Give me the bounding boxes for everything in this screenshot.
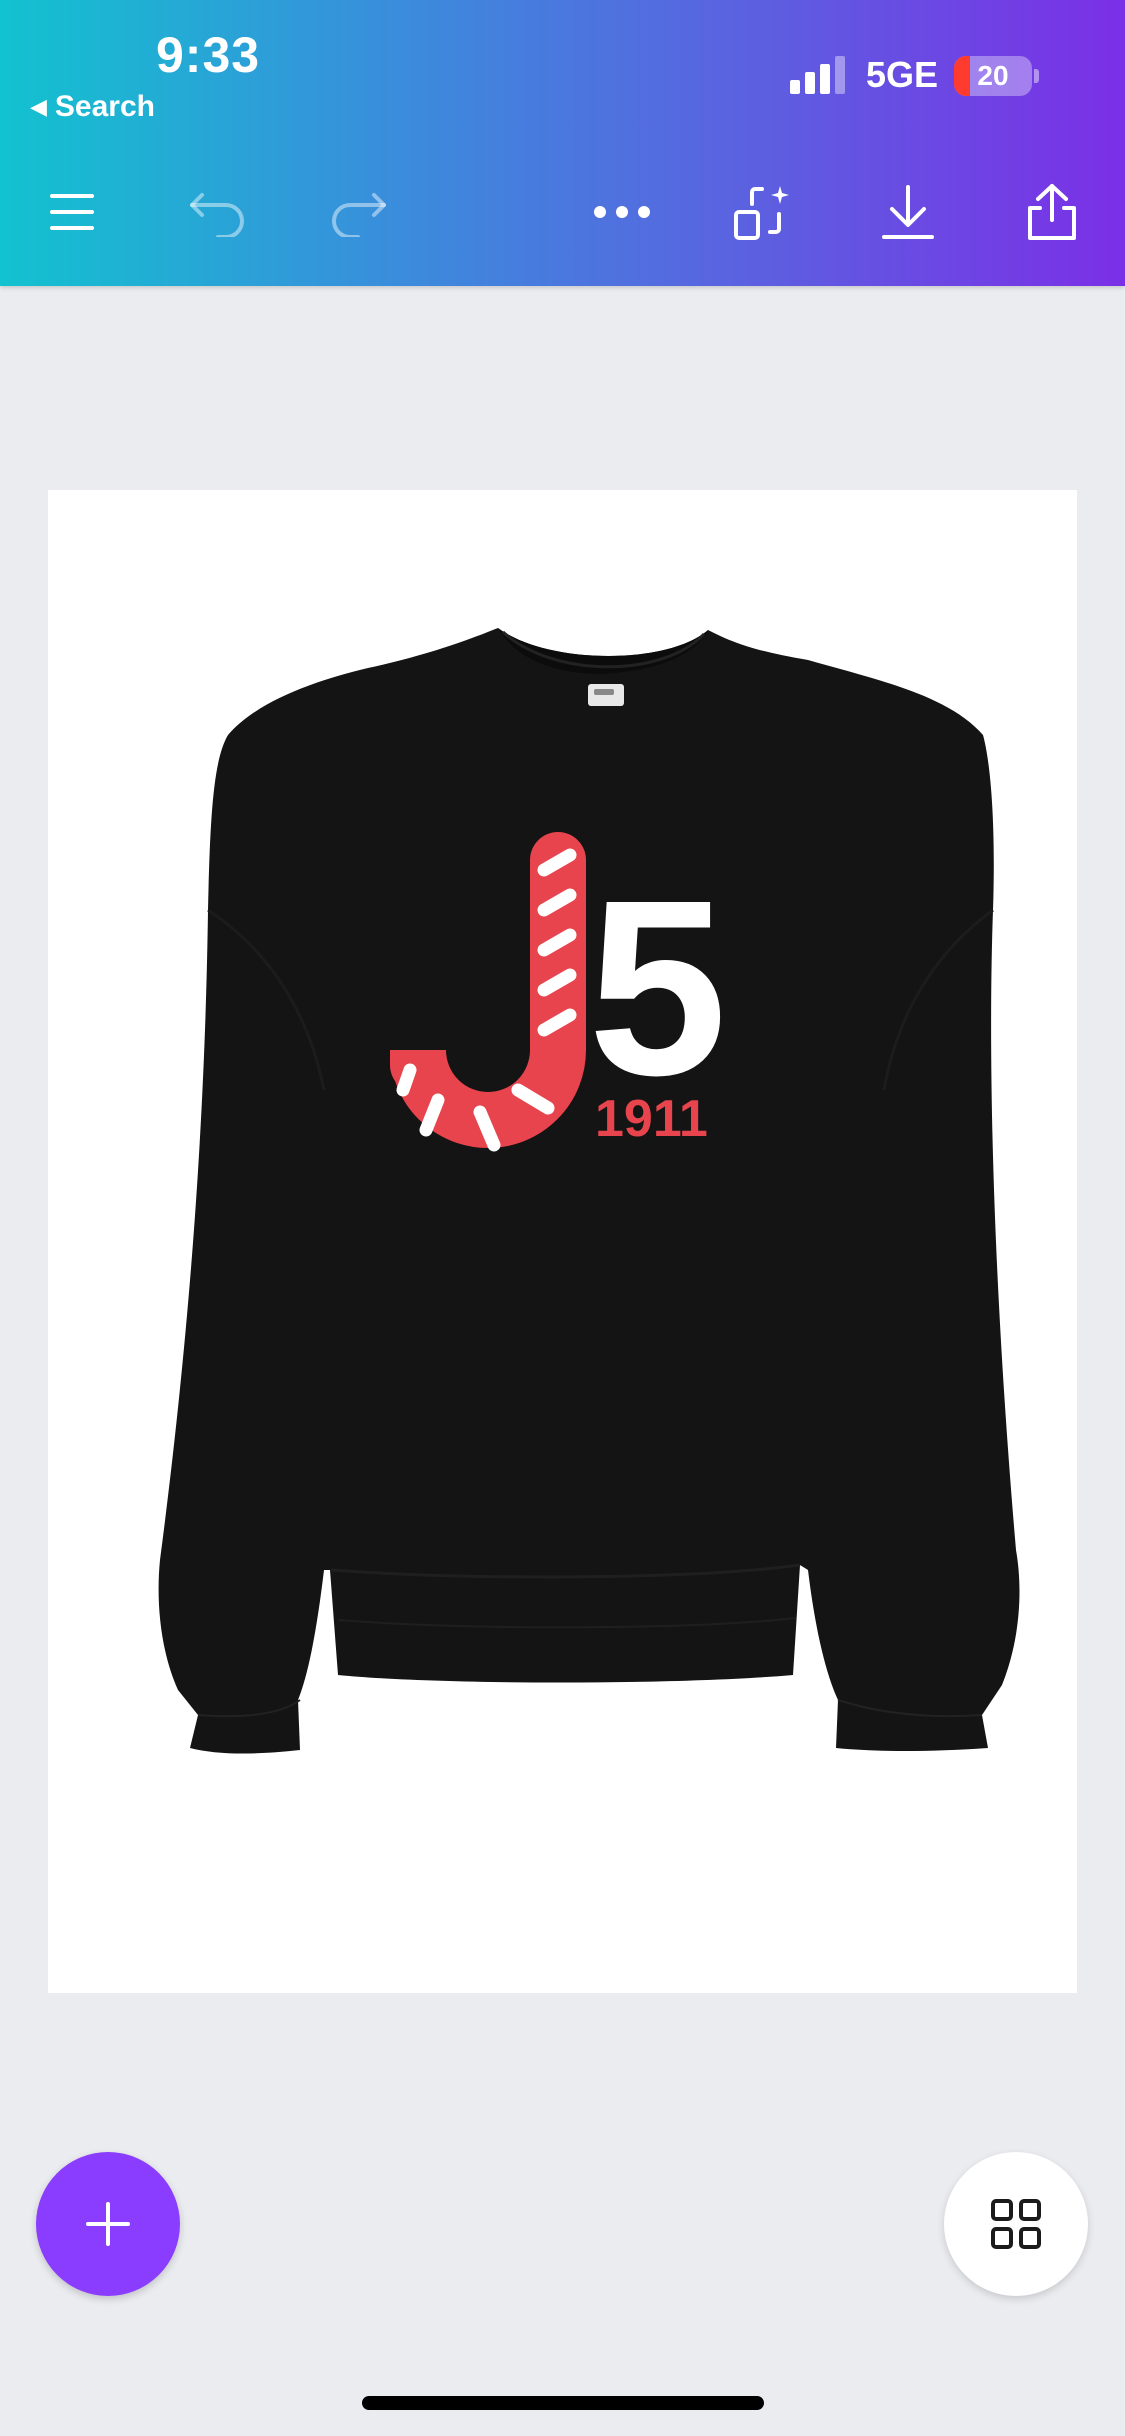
menu-icon — [50, 194, 94, 230]
back-to-search[interactable]: ◀ Search — [30, 90, 155, 124]
magic-resize-icon — [734, 186, 789, 240]
share-icon — [1028, 184, 1076, 240]
design-canvas[interactable]: 5 1911 — [48, 490, 1077, 1993]
back-triangle-icon: ◀ — [30, 94, 47, 119]
top-toolbar: 9:33 ◀ Search 5GE 20 — [0, 0, 1125, 286]
battery-icon: 20 — [954, 56, 1032, 96]
signal-icon — [790, 56, 845, 94]
more-button[interactable] — [586, 176, 658, 248]
home-indicator[interactable] — [362, 2396, 764, 2410]
grid-icon — [991, 2199, 1041, 2249]
share-button[interactable] — [1016, 176, 1088, 248]
battery-level: 20 — [977, 60, 1009, 91]
battery-tip — [1034, 69, 1039, 83]
more-icon — [594, 206, 650, 218]
add-element-button[interactable] — [36, 2152, 180, 2296]
logo-number: 5 — [588, 848, 727, 1127]
back-label: Search — [54, 90, 155, 123]
magic-resize-button[interactable] — [726, 176, 798, 248]
pages-grid-button[interactable] — [944, 2152, 1088, 2296]
logo-year: 1911 — [595, 1090, 708, 1148]
plus-icon — [86, 2202, 130, 2246]
redo-button[interactable] — [322, 176, 394, 248]
sweatshirt-image[interactable]: 5 1911 — [48, 490, 1077, 1993]
menu-button[interactable] — [36, 176, 108, 248]
status-time: 9:33 — [156, 27, 261, 83]
undo-icon — [190, 193, 244, 237]
undo-button[interactable] — [182, 176, 254, 248]
download-icon — [882, 185, 934, 239]
redo-icon — [332, 193, 386, 237]
download-button[interactable] — [872, 176, 944, 248]
network-type: 5GE — [866, 54, 939, 95]
